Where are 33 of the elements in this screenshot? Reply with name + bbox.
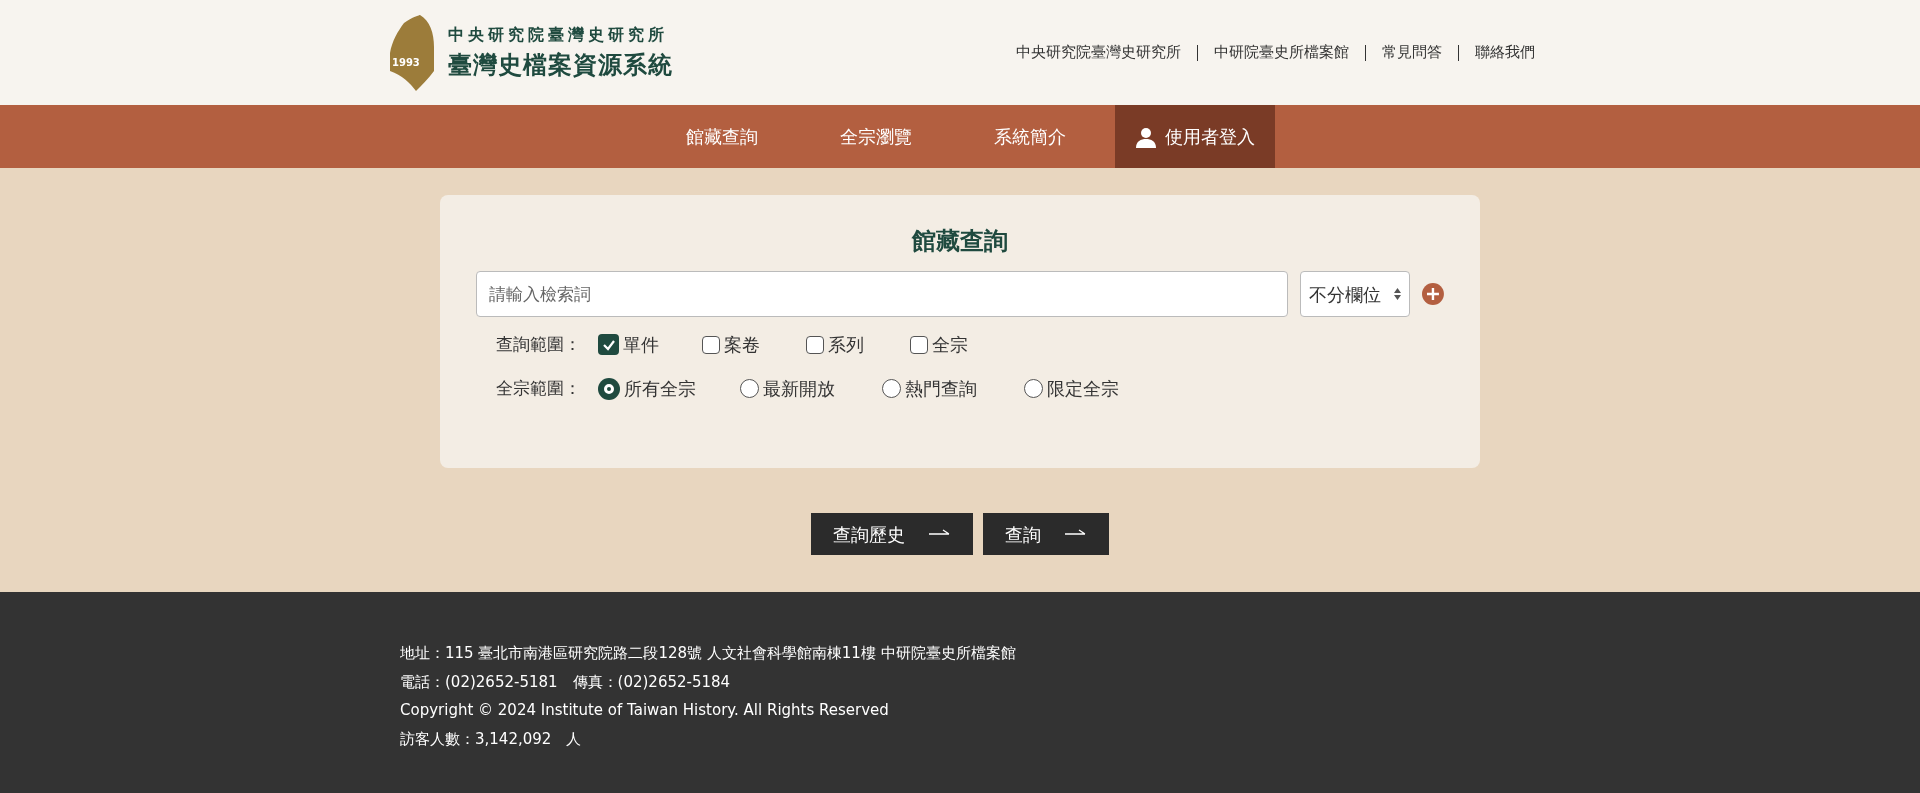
footer-text: Copyright © 2024 Institute of Taiwan History. All Rights Reserved [400, 700, 890, 721]
scope-checkbox[interactable]: 全宗 [910, 331, 1014, 358]
login-link[interactable]: 使用者登入 [1115, 105, 1275, 168]
top-link[interactable]: 中央研究院臺灣史研究所 [1016, 41, 1181, 64]
search-action-button[interactable]: 查詢歷史 [811, 513, 973, 555]
top-link[interactable]: 中研院臺史所檔案館 [1214, 41, 1349, 64]
org-name: 中央研究院臺灣史研究所 [448, 23, 669, 46]
nav-link[interactable]: 全宗瀏覽 [799, 105, 953, 168]
scope-checkbox[interactable]: 單件 [598, 331, 702, 358]
fonds-radio[interactable]: 所有全宗 [598, 375, 740, 402]
site-title: 臺灣史檔案資源系統 [448, 48, 673, 81]
footer-text: 訪客人數：3,142,092 人 [400, 728, 583, 750]
top-link[interactable]: 聯絡我們 [1475, 41, 1535, 64]
search-title: 館藏查詢 [910, 225, 1009, 257]
footer-text: 地址：115 臺北市南港區研究院路二段128號 人文社會科學館南棟11樓 中研院臺史所檔案館 [400, 643, 1017, 664]
scope-label: 查詢範圍： [496, 332, 582, 356]
top-link[interactable]: 常見問答 [1382, 41, 1442, 64]
nav-link[interactable]: 館藏查詢 [645, 105, 799, 168]
footer-text: 電話：(02)2652-5181 傳真：(02)2652-5184 [400, 671, 732, 693]
scope-checkbox[interactable]: 系列 [806, 331, 910, 358]
fonds-radio[interactable]: 最新開放 [740, 375, 882, 402]
sort-icon [1394, 288, 1402, 300]
search-field[interactable]: 請輸入檢索詞 [476, 271, 1289, 317]
search-action-button[interactable]: 查詢 [983, 513, 1109, 555]
nav-link[interactable]: 系統簡介 [953, 105, 1107, 168]
field-select[interactable]: 不分欄位 [1300, 271, 1411, 317]
add-icon[interactable] [1422, 283, 1444, 305]
fonds-radio[interactable]: 熱門查詢 [882, 375, 1024, 402]
logo-icon: 1993 [390, 12, 436, 93]
fonds-radio[interactable]: 限定全宗 [1024, 375, 1166, 402]
scope-checkbox[interactable]: 案卷 [702, 331, 806, 358]
user-icon [1135, 125, 1157, 148]
fonds-label: 全宗範圍： [496, 376, 582, 400]
